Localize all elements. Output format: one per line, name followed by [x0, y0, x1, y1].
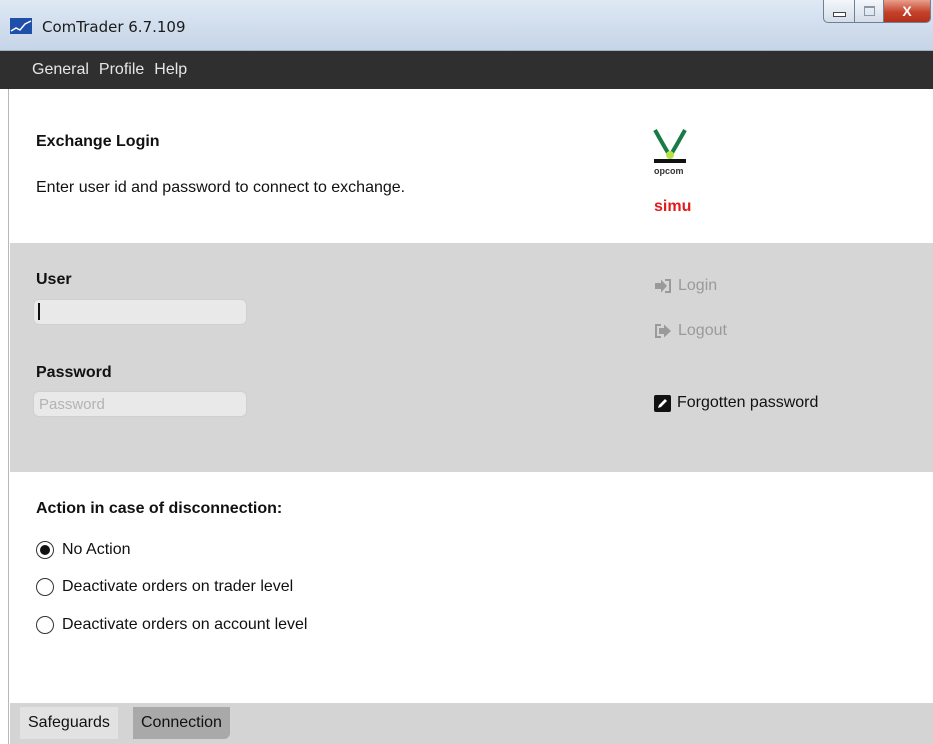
window-title: ComTrader 6.7.109: [42, 18, 186, 36]
menu-general[interactable]: General: [27, 61, 94, 79]
close-button[interactable]: X: [884, 0, 931, 23]
radio-button[interactable]: [36, 616, 54, 634]
tab-safeguards[interactable]: Safeguards: [20, 707, 118, 739]
environment-label: simu: [654, 198, 692, 215]
logo-text: opcom: [654, 166, 684, 176]
title-bar: ComTrader 6.7.109 X: [0, 0, 933, 51]
menu-bar: General Profile Help: [0, 51, 933, 89]
page-title: Exchange Login: [36, 133, 160, 150]
login-label: Login: [678, 277, 718, 294]
radio-button-selected[interactable]: [36, 541, 54, 559]
menu-help[interactable]: Help: [149, 61, 192, 79]
logout-label: Logout: [678, 322, 727, 339]
page-description: Enter user id and password to connect to…: [36, 179, 406, 196]
sign-out-icon: [655, 324, 671, 338]
password-input[interactable]: [33, 391, 247, 417]
window-controls: X: [823, 0, 931, 26]
radio-button[interactable]: [36, 578, 54, 596]
radio-deactivate-trader-level[interactable]: Deactivate orders on trader level: [36, 578, 293, 596]
radio-label: No Action: [62, 541, 131, 558]
login-button[interactable]: Login: [654, 277, 717, 295]
minimize-icon: [832, 11, 846, 17]
sign-in-icon: [655, 279, 671, 293]
close-icon: X: [902, 3, 912, 19]
forgotten-password-link[interactable]: Forgotten password: [654, 394, 818, 412]
text-caret: [38, 303, 40, 320]
edit-icon: [654, 394, 671, 412]
disconnection-action-title: Action in case of disconnection:: [36, 500, 283, 517]
user-label: User: [36, 271, 72, 288]
radio-deactivate-account-level[interactable]: Deactivate orders on account level: [36, 616, 307, 634]
radio-no-action[interactable]: No Action: [36, 541, 130, 559]
logout-button[interactable]: Logout: [654, 322, 727, 340]
window-left-edge: [0, 89, 9, 744]
minimize-button[interactable]: [823, 0, 855, 23]
maximize-icon: [863, 6, 875, 16]
tab-connection[interactable]: Connection: [133, 707, 230, 739]
radio-label: Deactivate orders on trader level: [62, 578, 294, 595]
password-label: Password: [36, 364, 112, 381]
forgotten-password-label: Forgotten password: [677, 394, 819, 411]
app-icon: [10, 18, 32, 34]
menu-profile[interactable]: Profile: [94, 61, 149, 79]
user-input[interactable]: [33, 299, 247, 325]
login-panel: [10, 243, 933, 472]
maximize-button[interactable]: [855, 0, 884, 23]
radio-label: Deactivate orders on account level: [62, 616, 308, 633]
